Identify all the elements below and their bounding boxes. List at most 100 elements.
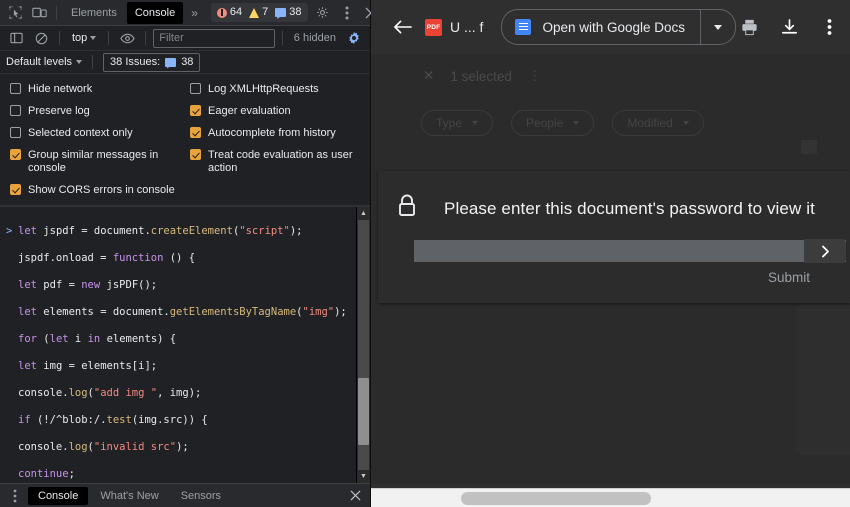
- levelbar-divider: [92, 55, 94, 69]
- execution-context-label: top: [72, 32, 88, 44]
- more-tabs-icon[interactable]: »: [185, 6, 203, 20]
- vertical-dots-icon[interactable]: [336, 3, 358, 23]
- warning-badge[interactable]: 7: [249, 7, 268, 18]
- default-levels-selector[interactable]: Default levels: [6, 56, 83, 68]
- download-icon[interactable]: [776, 14, 802, 40]
- checkbox-icon[interactable]: [10, 127, 21, 138]
- error-count: 64: [229, 6, 243, 18]
- tab-console[interactable]: Console: [126, 1, 184, 24]
- gear-icon[interactable]: [312, 3, 334, 23]
- console-output[interactable]: let jspdf = document.createElement("scri…: [0, 206, 370, 483]
- drive-list-marker: [801, 140, 817, 154]
- chevron-right-icon[interactable]: [804, 239, 846, 263]
- vertical-dots-icon[interactable]: ⋮: [528, 68, 542, 84]
- warning-icon: [249, 7, 260, 18]
- checkbox-icon[interactable]: [190, 105, 201, 116]
- checkbox-icon[interactable]: [10, 149, 21, 160]
- setting-group-similar-messages[interactable]: Group similar messages in console: [10, 149, 190, 175]
- devtools-tabbar: Elements Console » 64 7 38: [0, 0, 376, 26]
- password-input[interactable]: [414, 240, 846, 262]
- drawer-tab-sensors[interactable]: Sensors: [171, 487, 231, 505]
- setting-label: Treat code evaluation as user action: [208, 149, 353, 174]
- close-icon[interactable]: [344, 486, 366, 506]
- clear-console-icon[interactable]: [30, 28, 52, 48]
- scroll-down-arrow-icon[interactable]: ▼: [357, 470, 370, 483]
- filter-chip-label: Modified: [627, 116, 673, 130]
- pdf-file-icon: PDF: [425, 18, 442, 36]
- issues-button[interactable]: 38 Issues: 38: [103, 52, 201, 72]
- open-with-main[interactable]: Open with Google Docs: [502, 10, 700, 44]
- devtools-panel: Elements Console » 64 7 38 top Filter 6 …: [0, 0, 376, 507]
- filter-chip-type[interactable]: Type: [421, 110, 494, 136]
- horizontal-scrollbar[interactable]: [371, 488, 850, 507]
- filter-chip-label: Type: [436, 116, 463, 130]
- live-expression-icon[interactable]: [116, 28, 138, 48]
- device-toolbar-icon[interactable]: [28, 3, 50, 23]
- print-icon[interactable]: [736, 14, 762, 40]
- back-arrow-icon[interactable]: [385, 10, 419, 44]
- filterbar-divider-2: [108, 31, 110, 45]
- filter-chip-people[interactable]: People: [511, 110, 595, 136]
- console-level-bar: Default levels 38 Issues: 38: [0, 51, 370, 74]
- setting-label: Selected context only: [28, 127, 133, 139]
- setting-eager-evaluation[interactable]: Eager evaluation: [190, 105, 360, 118]
- issue-badges[interactable]: 64 7 38: [210, 3, 308, 22]
- console-sidebar-icon[interactable]: [5, 28, 27, 48]
- setting-selected-context-only[interactable]: Selected context only: [10, 127, 190, 140]
- settings-column-left: Hide network Preserve log Selected conte…: [10, 83, 190, 197]
- setting-label: Log XMLHttpRequests: [208, 83, 319, 95]
- devtools-drawer-tabbar: Console What's New Sensors: [0, 483, 370, 507]
- filter-chip-label: People: [526, 116, 564, 130]
- more-options-icon[interactable]: [816, 14, 842, 40]
- checkbox-icon[interactable]: [10, 83, 21, 94]
- checkbox-icon[interactable]: [190, 127, 201, 138]
- console-filter-bar: top 6 hidden: [0, 26, 370, 51]
- search-input[interactable]: [153, 28, 275, 48]
- issues-count: 38: [181, 56, 194, 68]
- scrollbar-thumb[interactable]: [461, 492, 651, 505]
- chevron-down-icon: [90, 36, 97, 40]
- scrollbar-thumb[interactable]: [358, 377, 369, 445]
- setting-hide-network[interactable]: Hide network: [10, 83, 190, 96]
- tab-elements[interactable]: Elements: [63, 2, 125, 24]
- setting-label: Autocomplete from history: [208, 127, 336, 139]
- default-levels-label: Default levels: [6, 56, 73, 68]
- inspect-element-icon[interactable]: [4, 3, 26, 23]
- code-line: console.log("add img ", img);: [18, 386, 202, 399]
- execution-context-selector[interactable]: top: [67, 32, 101, 44]
- console-code-block[interactable]: let jspdf = document.createElement("scri…: [0, 207, 370, 483]
- checkbox-icon[interactable]: [190, 83, 201, 94]
- console-settings-gear-icon[interactable]: [343, 28, 365, 48]
- open-with-dropdown[interactable]: [701, 10, 735, 44]
- setting-autocomplete-history[interactable]: Autocomplete from history: [190, 127, 360, 140]
- code-line: if (!/^blob:/.test(img.src)) {: [18, 413, 208, 426]
- google-docs-icon: [515, 19, 532, 35]
- drive-file-card[interactable]: PDF: [796, 305, 850, 455]
- scrollbar-track[interactable]: [358, 220, 369, 470]
- selection-count-label: 1 selected: [450, 68, 512, 84]
- open-with-google-docs-button[interactable]: Open with Google Docs: [501, 9, 737, 45]
- vertical-dots-icon[interactable]: [4, 486, 26, 506]
- open-with-label: Open with Google Docs: [542, 19, 686, 35]
- checkbox-icon[interactable]: [10, 105, 21, 116]
- setting-preserve-log[interactable]: Preserve log: [10, 105, 190, 118]
- checkbox-icon[interactable]: [10, 184, 21, 195]
- setting-treat-code-evaluation[interactable]: Treat code evaluation as user action: [190, 149, 360, 175]
- info-badge[interactable]: 38: [275, 7, 302, 18]
- error-badge[interactable]: 64: [216, 6, 243, 18]
- issues-label: 38 Issues:: [110, 56, 161, 68]
- drawer-tab-whats-new[interactable]: What's New: [90, 487, 168, 505]
- submit-button[interactable]: Submit: [760, 266, 818, 289]
- close-icon[interactable]: ✕: [423, 68, 434, 84]
- code-line: jspdf.onload = function () {: [18, 252, 196, 265]
- drawer-tab-console[interactable]: Console: [28, 486, 89, 505]
- setting-show-cors-errors[interactable]: Show CORS errors in console: [10, 184, 190, 197]
- console-vertical-scrollbar[interactable]: ▲ ▼: [356, 207, 370, 483]
- setting-log-xhr[interactable]: Log XMLHttpRequests: [190, 83, 360, 96]
- filter-chip-modified[interactable]: Modified: [612, 110, 704, 136]
- scroll-up-arrow-icon[interactable]: ▲: [357, 207, 370, 220]
- chevron-down-icon: [714, 24, 723, 30]
- drive-filter-chips: Type People Modified: [421, 110, 704, 136]
- code-line: console.log("invalid src");: [18, 440, 189, 453]
- checkbox-icon[interactable]: [190, 149, 201, 160]
